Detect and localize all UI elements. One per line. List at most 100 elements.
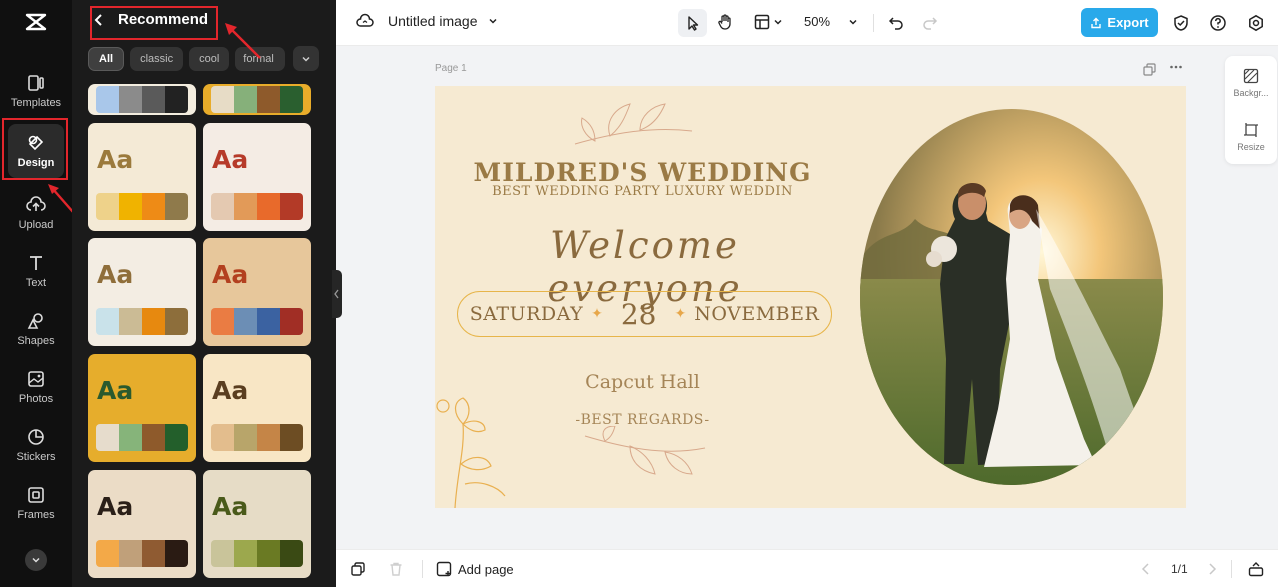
color-swatch: [142, 193, 165, 220]
color-swatch: [211, 424, 234, 451]
pages-panel-icon: [1248, 562, 1264, 577]
palette-card[interactable]: Aa: [88, 354, 196, 462]
document-title-menu[interactable]: Untitled image: [356, 12, 512, 30]
back-chevron-icon[interactable]: [92, 13, 106, 27]
palette-card[interactable]: Aa: [203, 354, 311, 462]
palette-card[interactable]: Aa: [203, 123, 311, 231]
rail-item-text[interactable]: Text: [4, 244, 68, 298]
color-swatch: [257, 540, 280, 567]
chevron-left-icon: [1141, 563, 1149, 575]
palette-swatches: [96, 86, 188, 113]
layout-menu-button[interactable]: [753, 13, 783, 31]
add-page-button[interactable]: Add page: [436, 561, 514, 577]
undo-button[interactable]: [887, 14, 905, 37]
color-swatch: [165, 308, 188, 335]
color-swatch: [280, 424, 303, 451]
resize-tool-button[interactable]: Resize: [1225, 122, 1277, 152]
duplicate-button[interactable]: [350, 561, 366, 582]
color-swatch: [119, 193, 142, 220]
rail-item-label: Design: [17, 157, 55, 169]
leaf-branch-decoration-icon: [584, 426, 706, 475]
redo-button[interactable]: [921, 14, 939, 37]
color-swatch: [96, 193, 119, 220]
design-icon: [28, 135, 44, 151]
page-more-button[interactable]: [1169, 60, 1183, 77]
palette-swatches: [211, 193, 303, 220]
color-swatch: [142, 540, 165, 567]
palette-card[interactable]: Aa: [203, 238, 311, 346]
design-page[interactable]: MILDRED'S WEDDING BEST WEDDING PARTY LUX…: [435, 86, 1186, 508]
export-button[interactable]: Export: [1081, 8, 1158, 37]
color-swatch: [96, 86, 119, 113]
capcut-logo-icon[interactable]: [22, 8, 50, 36]
color-swatch: [165, 540, 188, 567]
palette-swatches: [96, 193, 188, 220]
rail-item-upload[interactable]: Upload: [4, 186, 68, 240]
palette-card[interactable]: [203, 84, 311, 115]
palette-card[interactable]: Aa: [88, 238, 196, 346]
prev-page-button[interactable]: [1140, 562, 1152, 581]
chips-expand-button[interactable]: [293, 46, 319, 71]
rail-item-label: Upload: [18, 219, 54, 231]
palette-card[interactable]: [88, 84, 196, 115]
palette-sample-text: Aa: [97, 260, 134, 289]
panel-collapse-handle[interactable]: [332, 270, 342, 318]
invitation-title[interactable]: MILDRED'S WEDDING: [465, 158, 820, 187]
invitation-date-pill[interactable]: SATURDAY ✦ 28 ✦ NOVEMBER: [457, 291, 832, 337]
next-page-button[interactable]: [1206, 562, 1218, 581]
upload-icon: [26, 196, 46, 211]
palette-sample-text: Aa: [212, 492, 249, 521]
shapes-icon: [27, 313, 43, 329]
palette-card[interactable]: Aa: [203, 470, 311, 578]
color-swatch: [234, 193, 257, 220]
templates-icon: [28, 75, 44, 91]
chip-classic[interactable]: classic: [130, 47, 184, 71]
rail-collapse-button[interactable]: [25, 549, 47, 571]
color-swatch: [257, 308, 280, 335]
rail-item-templates[interactable]: Templates: [4, 64, 68, 118]
help-button[interactable]: [1209, 14, 1227, 37]
undo-icon: [888, 17, 903, 30]
chip-all[interactable]: All: [88, 47, 125, 71]
invitation-regards[interactable]: -BEST REGARDS-: [465, 412, 820, 428]
add-page-icon: [436, 561, 452, 577]
chevron-down-icon: [774, 19, 782, 25]
resize-label: Resize: [1237, 142, 1265, 152]
settings-button[interactable]: [1247, 14, 1265, 37]
invitation-subtitle[interactable]: BEST WEDDING PARTY LUXURY WEDDIN: [465, 184, 820, 199]
bottom-divider: [1231, 560, 1232, 578]
toolbar-divider: [873, 14, 874, 32]
pages-panel-button[interactable]: [1248, 561, 1264, 582]
delete-button[interactable]: [388, 561, 404, 582]
rail-item-frames[interactable]: Frames: [4, 476, 68, 530]
couple-photo-image: [860, 109, 1163, 485]
color-swatch: [280, 540, 303, 567]
color-swatch: [96, 308, 119, 335]
background-tool-button[interactable]: Backgr...: [1225, 68, 1277, 98]
palette-card[interactable]: Aa: [88, 123, 196, 231]
select-tool-button[interactable]: [678, 9, 707, 37]
invitation-venue[interactable]: Capcut Hall: [465, 371, 820, 393]
background-icon: [1243, 68, 1259, 84]
color-swatch: [142, 308, 165, 335]
palette-swatches: [96, 308, 188, 335]
hand-icon: [718, 14, 731, 30]
color-swatch: [96, 540, 119, 567]
rail-item-label: Templates: [10, 97, 62, 109]
background-label: Backgr...: [1233, 88, 1269, 98]
color-swatch: [119, 540, 142, 567]
duplicate-page-button[interactable]: [1143, 63, 1156, 81]
rail-item-shapes[interactable]: Shapes: [4, 302, 68, 356]
shield-button[interactable]: [1172, 14, 1190, 37]
couple-photo[interactable]: [860, 109, 1163, 485]
photos-icon: [28, 371, 44, 387]
zoom-menu[interactable]: 50%: [804, 14, 858, 29]
rail-item-photos[interactable]: Photos: [4, 360, 68, 414]
rail-item-design[interactable]: Design: [8, 124, 64, 178]
color-swatch: [234, 424, 257, 451]
hand-tool-button[interactable]: [716, 13, 734, 36]
panel-header[interactable]: Recommend: [92, 11, 208, 28]
chevron-right-icon: [1209, 563, 1217, 575]
rail-item-stickers[interactable]: Stickers: [4, 418, 68, 472]
palette-card[interactable]: Aa: [88, 470, 196, 578]
